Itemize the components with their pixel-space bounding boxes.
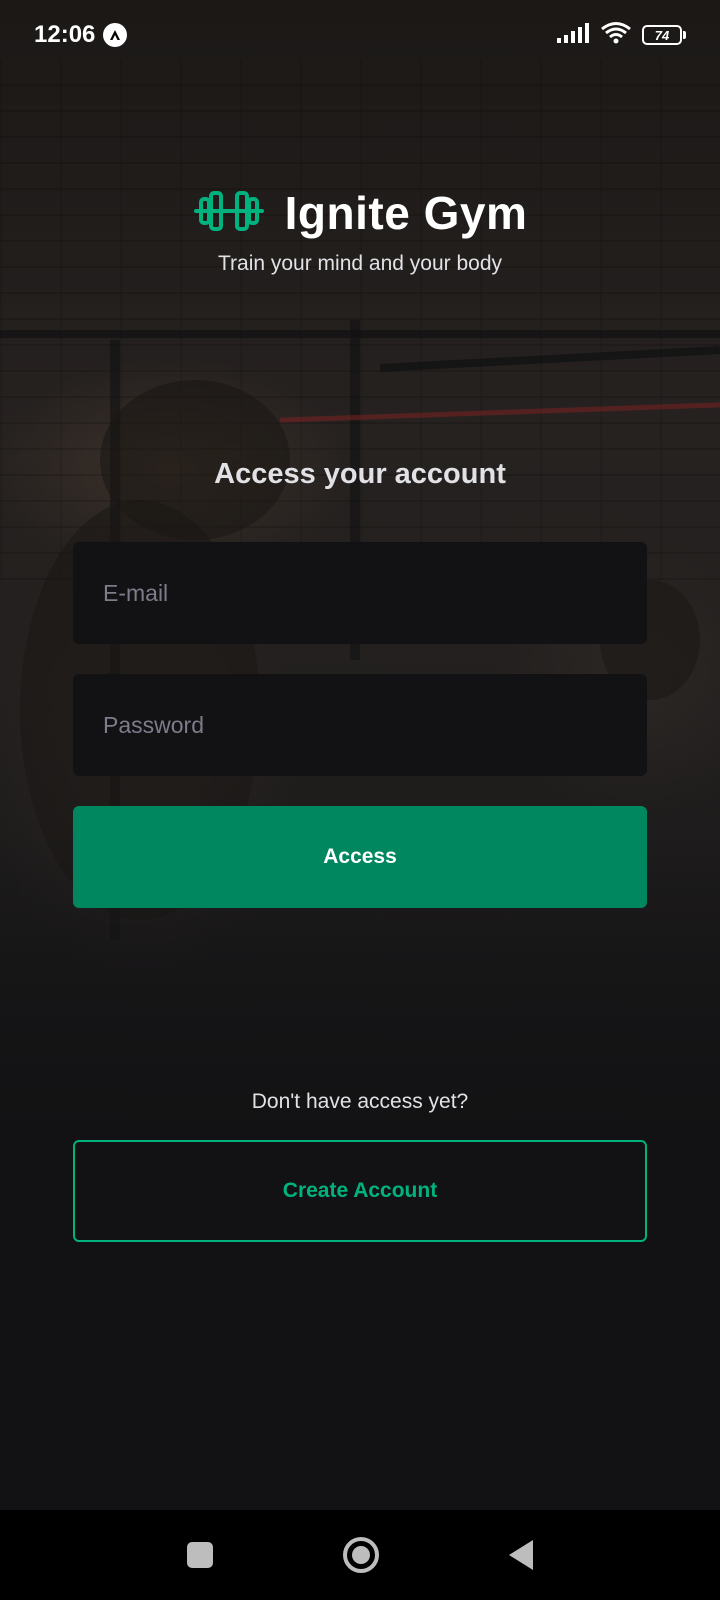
password-field[interactable] bbox=[73, 674, 647, 776]
status-bar: 12:06 74 bbox=[0, 0, 720, 70]
create-account-button[interactable]: Create Account bbox=[73, 1140, 647, 1242]
wifi-icon bbox=[600, 21, 632, 50]
app-notification-icon bbox=[103, 23, 128, 47]
form-heading: Access your account bbox=[214, 458, 506, 490]
email-field[interactable] bbox=[73, 542, 647, 644]
brand-header: Ignite Gym bbox=[0, 186, 720, 240]
battery-icon: 74 bbox=[642, 25, 686, 45]
access-button[interactable]: Access bbox=[73, 806, 647, 908]
battery-level: 74 bbox=[642, 25, 682, 45]
sign-in-screen: Ignite Gym Train your mind and your body… bbox=[0, 0, 720, 1510]
recents-icon[interactable] bbox=[187, 1542, 213, 1568]
system-nav-bar bbox=[0, 1510, 720, 1600]
app-title: Ignite Gym bbox=[284, 187, 528, 239]
back-icon[interactable] bbox=[509, 1540, 533, 1570]
dumbbell-icon bbox=[193, 189, 265, 238]
home-icon[interactable] bbox=[343, 1537, 379, 1573]
signal-icon bbox=[556, 22, 590, 49]
app-tagline: Train your mind and your body bbox=[217, 252, 503, 275]
signup-prompt: Don't have access yet? bbox=[251, 1090, 469, 1113]
status-time: 12:06 bbox=[34, 21, 96, 48]
